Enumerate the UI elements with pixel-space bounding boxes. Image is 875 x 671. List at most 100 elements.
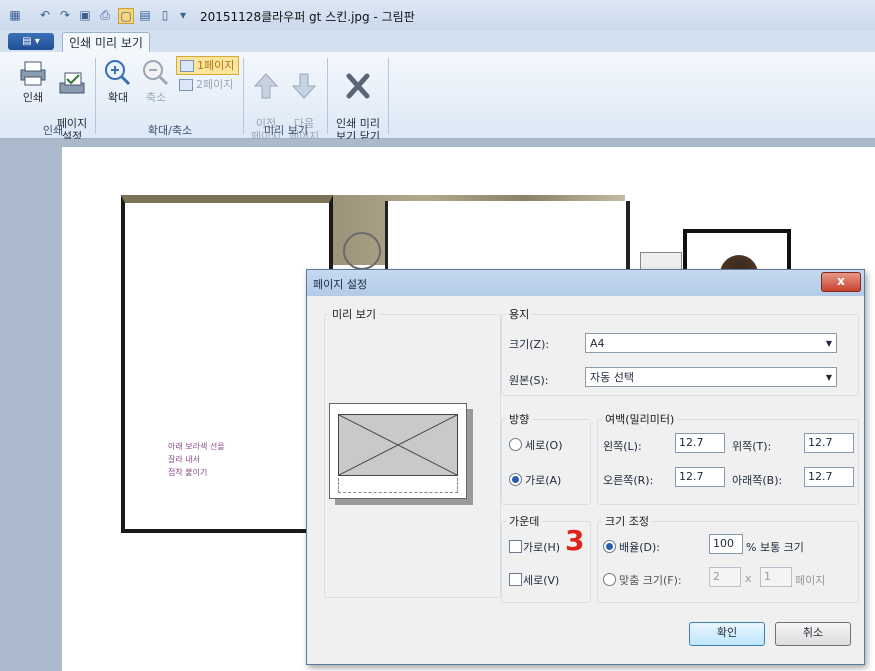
scaling-group: 크기 조정 bbox=[597, 513, 859, 603]
two-page-icon bbox=[179, 79, 193, 91]
zoom-in-label: 확대 bbox=[107, 91, 129, 104]
group-label-preview: 미리 보기 bbox=[264, 124, 308, 137]
scale-adjust-radio[interactable] bbox=[603, 540, 616, 553]
image-left-panel bbox=[121, 195, 333, 533]
zoom-in-button[interactable]: 확대 bbox=[100, 58, 136, 104]
note-line: 접착 붙이기 bbox=[168, 468, 208, 477]
ribbon-tab-row: ▤ ▾ 인쇄 미리 보기 bbox=[0, 30, 875, 53]
preview-paper-thumbnail bbox=[329, 403, 467, 499]
center-vertical-checkbox[interactable] bbox=[509, 573, 522, 586]
group-separator bbox=[388, 58, 389, 134]
margin-bottom-label: 아래쪽(B): bbox=[732, 474, 783, 487]
margins-legend: 여백(밀리미터) bbox=[605, 413, 675, 426]
ok-button[interactable]: 확인 bbox=[689, 622, 765, 646]
margin-left-label: 왼쪽(L): bbox=[603, 440, 642, 453]
print-preview-icon[interactable]: ▢ bbox=[118, 8, 134, 24]
orientation-group: 방향 bbox=[501, 411, 591, 505]
preview-legend: 미리 보기 bbox=[332, 308, 376, 321]
customize-dropdown-icon[interactable]: ▾ bbox=[176, 8, 190, 22]
image-middle-panel bbox=[385, 201, 630, 271]
scale-adjust-label: 배율(D): bbox=[619, 541, 660, 554]
fit-x-label: x bbox=[745, 572, 752, 585]
preview-image-thumbnail bbox=[338, 414, 458, 476]
new-icon[interactable]: ▯ bbox=[158, 8, 172, 22]
close-preview-button[interactable]: 인쇄 미리 보기 닫기 bbox=[332, 58, 384, 143]
portrait-radio[interactable] bbox=[509, 438, 522, 451]
ribbon: 인쇄 페이지 설정 인쇄 확대 축소 1페이지 2페이지 확대/축소 이전 페이… bbox=[0, 52, 875, 143]
window-title: 20151128클라우퍼 gt 스킨.jpg - 그림판 bbox=[200, 10, 415, 24]
group-separator bbox=[243, 58, 244, 134]
fit-pages-label: 페이지 bbox=[795, 574, 826, 587]
close-icon bbox=[346, 73, 370, 99]
centering-legend: 가운데 bbox=[509, 515, 540, 528]
portrait-label: 세로(O) bbox=[525, 439, 563, 452]
margin-right-label: 오른쪽(R): bbox=[603, 474, 654, 487]
fit-height-input[interactable]: 1 bbox=[760, 567, 792, 587]
margin-bottom-input[interactable]: 12.7 bbox=[804, 467, 854, 487]
arrow-down-icon bbox=[291, 73, 317, 99]
page-setup-icon[interactable]: ▤ bbox=[138, 8, 152, 22]
landscape-label: 가로(A) bbox=[525, 474, 562, 487]
scale-percent-suffix: % 보통 크기 bbox=[746, 541, 804, 554]
zoom-out-button[interactable]: 축소 bbox=[138, 58, 174, 104]
page-setup-icon bbox=[59, 72, 85, 94]
two-page-button[interactable]: 2페이지 bbox=[176, 76, 237, 93]
group-label-print: 인쇄 bbox=[42, 124, 64, 137]
dialog-title-bar[interactable]: 페이지 설정 x bbox=[307, 270, 864, 296]
margin-top-label: 위쪽(T): bbox=[732, 440, 772, 453]
center-horizontal-checkbox[interactable] bbox=[509, 540, 522, 553]
margins-group: 여백(밀리미터) bbox=[597, 411, 859, 505]
title-bar: ▦ ↶ ↷ ▣ ⎙ ▢ ▤ ▯ ▾ 20151128클라우퍼 gt 스킨.jpg… bbox=[0, 0, 875, 31]
paper-size-value: A4 bbox=[590, 337, 605, 350]
group-separator bbox=[327, 58, 328, 134]
image-note-text: 아래 보라색 선을 잘라 내서 접착 붙이기 bbox=[168, 440, 225, 479]
scale-fit-label: 맞춤 크기(F): bbox=[619, 574, 682, 587]
redo-icon[interactable]: ↷ bbox=[58, 8, 72, 22]
one-page-label: 1페이지 bbox=[197, 59, 235, 72]
margin-right-input[interactable]: 12.7 bbox=[675, 467, 725, 487]
paper-source-value: 자동 선택 bbox=[590, 371, 634, 384]
paint-icon[interactable]: ▦ bbox=[8, 8, 22, 22]
one-page-button[interactable]: 1페이지 bbox=[176, 56, 240, 75]
print-icon[interactable]: ⎙ bbox=[98, 8, 112, 22]
dialog-close-button[interactable]: x bbox=[821, 272, 861, 292]
printer-icon bbox=[20, 61, 46, 86]
zoom-out-icon bbox=[143, 60, 169, 86]
paper-size-select[interactable]: A4 ▼ bbox=[585, 333, 837, 353]
fit-width-input[interactable]: 2 bbox=[709, 567, 741, 587]
two-page-label: 2페이지 bbox=[196, 78, 234, 91]
annotation-number: 3 bbox=[565, 524, 585, 557]
dialog-title: 페이지 설정 bbox=[313, 278, 368, 291]
arrow-up-icon bbox=[253, 73, 279, 99]
zoom-out-label: 축소 bbox=[145, 91, 167, 104]
group-separator bbox=[95, 58, 96, 134]
landscape-radio[interactable] bbox=[509, 473, 522, 486]
page-setup-dialog: 페이지 설정 x 미리 보기 용지 크기(Z): A4 ▼ 원본(S): 자동 … bbox=[306, 269, 865, 665]
zoom-in-icon bbox=[105, 60, 131, 86]
app-menu-button[interactable]: ▤ ▾ bbox=[8, 33, 54, 50]
image-crosshair-circle bbox=[343, 232, 381, 270]
print-button[interactable]: 인쇄 bbox=[14, 58, 52, 104]
group-label-zoom: 확대/축소 bbox=[147, 124, 193, 137]
scaling-legend: 크기 조정 bbox=[605, 515, 649, 528]
save-icon[interactable]: ▣ bbox=[78, 8, 92, 22]
chevron-down-icon: ▼ bbox=[825, 339, 832, 348]
tab-print-preview[interactable]: 인쇄 미리 보기 bbox=[62, 32, 150, 53]
scale-fit-radio[interactable] bbox=[603, 573, 616, 586]
note-line: 잘라 내서 bbox=[168, 455, 200, 464]
one-page-icon bbox=[180, 60, 194, 72]
paper-source-label: 원본(S): bbox=[509, 374, 549, 387]
paper-legend: 용지 bbox=[509, 308, 530, 321]
scale-percent-input[interactable]: 100 bbox=[709, 534, 743, 554]
paper-source-select[interactable]: 자동 선택 ▼ bbox=[585, 367, 837, 387]
note-line: 아래 보라색 선을 bbox=[168, 442, 225, 451]
margin-top-input[interactable]: 12.7 bbox=[804, 433, 854, 453]
undo-icon[interactable]: ↶ bbox=[38, 8, 52, 22]
margin-left-input[interactable]: 12.7 bbox=[675, 433, 725, 453]
center-vertical-label: 세로(V) bbox=[523, 574, 560, 587]
cancel-button[interactable]: 취소 bbox=[775, 622, 851, 646]
preview-margin-dash bbox=[338, 478, 458, 493]
center-horizontal-label: 가로(H) bbox=[523, 541, 561, 554]
chevron-down-icon: ▼ bbox=[825, 373, 832, 382]
paper-size-label: 크기(Z): bbox=[509, 338, 550, 351]
